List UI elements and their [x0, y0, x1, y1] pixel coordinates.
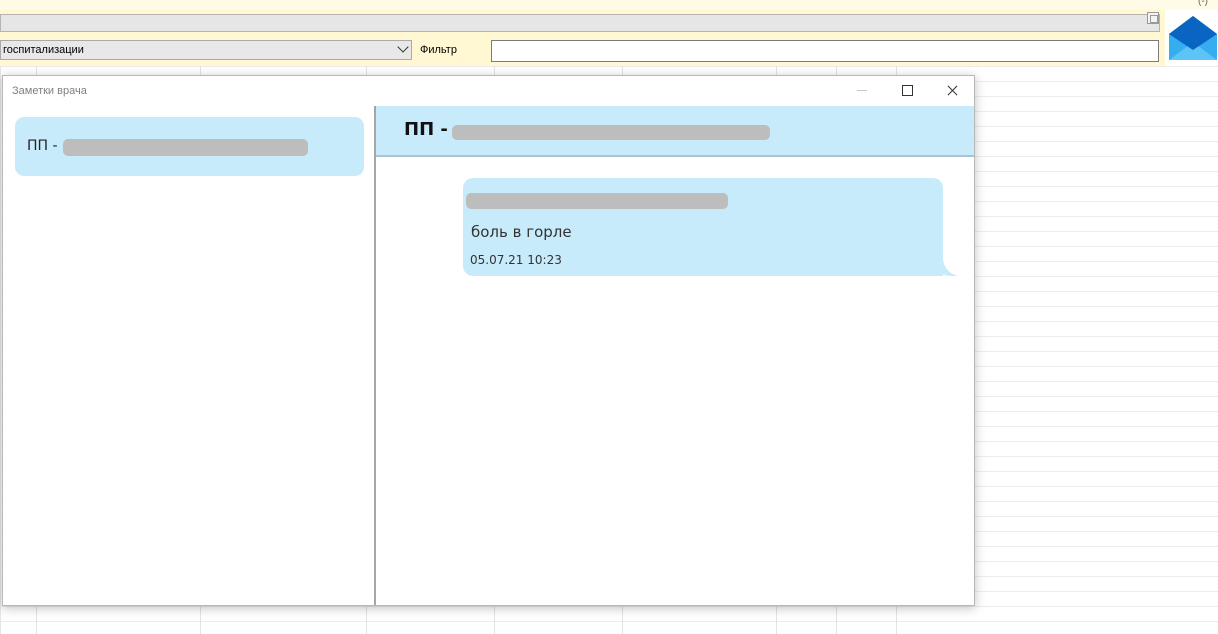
chat-header-title: ПП - [404, 119, 448, 140]
hospitalization-select[interactable]: госпитализации [0, 40, 412, 60]
close-icon[interactable] [929, 76, 975, 106]
message-text: боль в горле [471, 223, 572, 241]
maximize-icon[interactable] [884, 76, 930, 106]
doctor-notes-dialog: Заметки врача ПП - ПП - боль в горле 05.… [2, 75, 975, 606]
chat-pane: ПП - боль в горле 05.07.21 10:23 [376, 106, 974, 605]
chat-header: ПП - [376, 106, 974, 157]
message-bubble: боль в горле 05.07.21 10:23 [463, 178, 943, 276]
redacted-author [466, 193, 728, 209]
toolbar-restore-button[interactable] [1147, 12, 1159, 24]
contacts-pane: ПП - [3, 106, 374, 605]
filter-input[interactable] [491, 40, 1159, 62]
mail-envelope-icon[interactable] [1168, 14, 1218, 62]
contact-item-label: ПП - [27, 138, 58, 154]
corner-glyph: (-) [1198, 0, 1208, 7]
app-top-strip: (-) [0, 0, 1218, 10]
dialog-titlebar[interactable]: Заметки врача [3, 76, 974, 106]
filter-label: Фильтр [420, 44, 457, 56]
toolbar-field[interactable] [0, 14, 1160, 32]
message-timestamp: 05.07.21 10:23 [470, 253, 562, 267]
minimize-icon[interactable] [839, 76, 885, 106]
redacted-name [63, 139, 308, 156]
redacted-name [452, 125, 770, 140]
chevron-down-icon[interactable] [397, 41, 409, 53]
hospitalization-select-value: госпитализации [3, 44, 84, 56]
app-toolbar-row2: госпитализации Фильтр [0, 36, 1165, 66]
contact-item[interactable]: ПП - [15, 117, 364, 176]
app-toolbar-row1 [0, 10, 1165, 36]
dialog-title: Заметки врача [12, 85, 87, 97]
